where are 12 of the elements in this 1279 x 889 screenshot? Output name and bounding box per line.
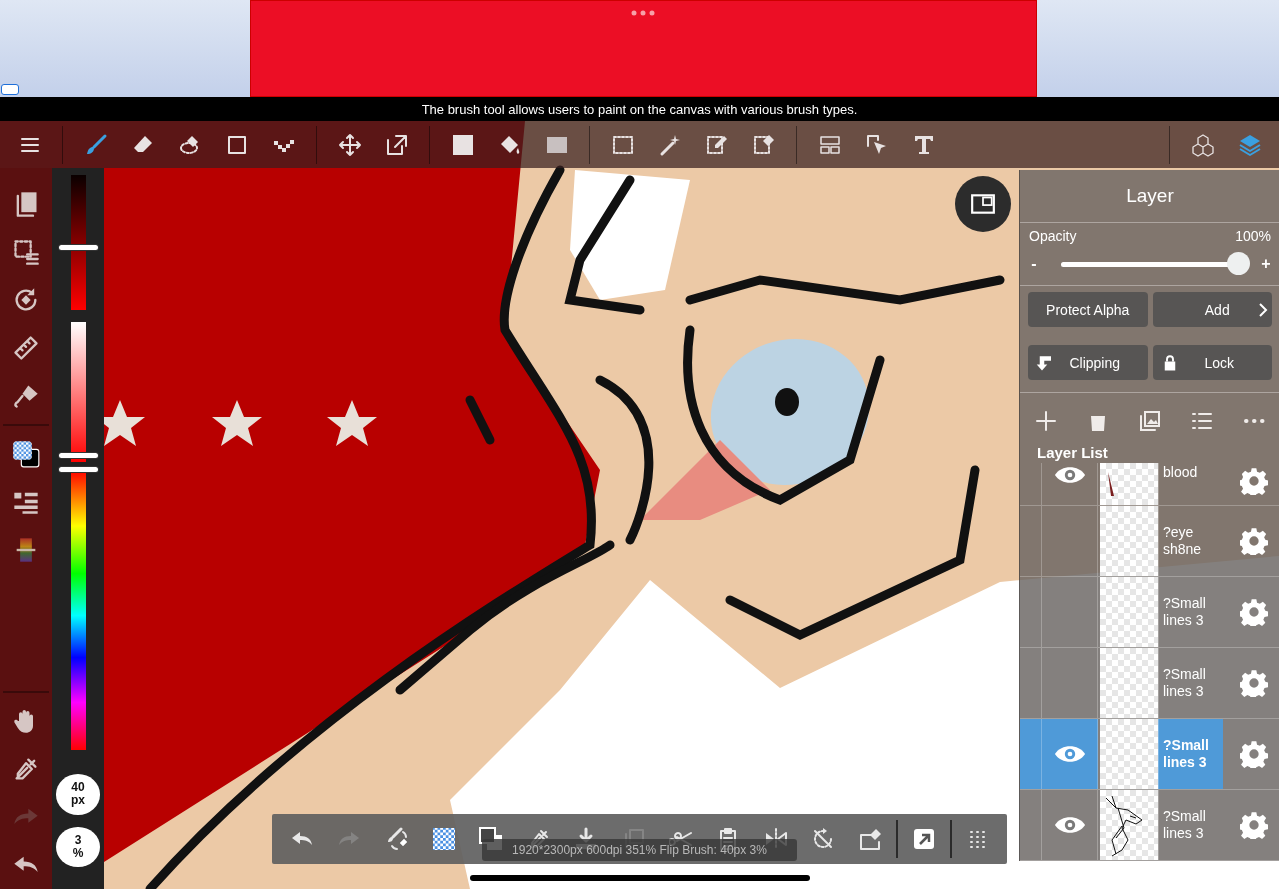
layer-list-title: Layer List	[1036, 443, 1109, 463]
layer-name: ?eye sh8ne	[1158, 506, 1223, 576]
opacity-value: 100%	[1235, 228, 1271, 244]
layer-name: ?Small lines 3	[1158, 648, 1223, 718]
layer-name: blood	[1158, 463, 1223, 505]
layer-name: ?Small lines 3	[1158, 577, 1223, 647]
panel-title: Layer	[1020, 170, 1279, 223]
opacity-label: Opacity	[1029, 228, 1077, 244]
layer-name: ?Small lines 3	[1158, 719, 1223, 789]
tooltip-text: The brush tool allows users to paint on the canvas with various brush types.	[421, 101, 858, 117]
status-toast: 1920*2300px 600dpi 351% Flip Brush: 40px 3%	[482, 839, 797, 861]
layer-name: ?Small lines 3	[1158, 790, 1223, 860]
